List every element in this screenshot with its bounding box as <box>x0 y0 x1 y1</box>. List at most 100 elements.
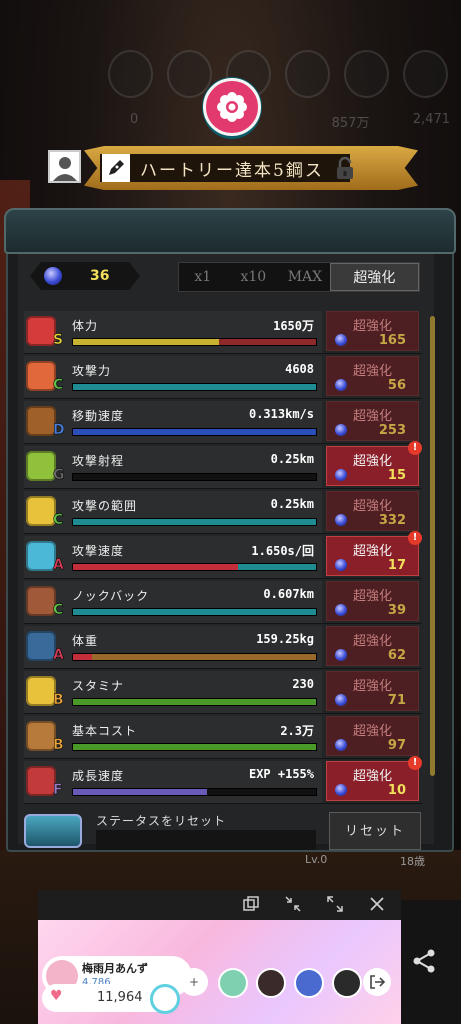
super-upgrade-button[interactable]: 超強化 15! <box>326 441 422 486</box>
super-upgrade-button[interactable]: 超強化 56 <box>326 356 419 396</box>
stat-progress-fill <box>73 429 316 435</box>
stat-name: 攻撃速度 <box>72 544 125 558</box>
gem-icon <box>335 739 347 751</box>
hud-stat-c: 2,471 <box>412 112 450 127</box>
upgrade-cost: 62 <box>387 648 406 663</box>
exit-icon <box>370 975 386 989</box>
stat-row-background <box>24 356 322 398</box>
upgrade-cost: 15 <box>387 468 406 483</box>
overlay-toolbar <box>38 890 401 920</box>
viewer-avatar[interactable] <box>332 968 362 998</box>
hud-icons <box>108 50 448 110</box>
speed-blade-icon <box>26 541 56 571</box>
super-upgrade-button[interactable]: 超強化 10! <box>326 756 422 801</box>
viewer-avatar[interactable] <box>218 968 248 998</box>
super-upgrade-button[interactable]: 超強化 332 <box>326 491 419 531</box>
stat-value: 1.650s/回 <box>251 544 314 558</box>
stat-value: 1650万 <box>273 319 314 333</box>
stat-value: 0.607km <box>263 587 314 601</box>
super-upgrade-button[interactable]: 超強化 253 <box>326 401 419 441</box>
follow-button[interactable]: + <box>180 968 208 996</box>
stat-progress-bar <box>72 608 317 616</box>
scrollbar[interactable] <box>430 316 435 776</box>
stat-progress-bar <box>72 338 317 346</box>
stat-name: 体重 <box>72 634 99 648</box>
tab-max[interactable]: MAX <box>280 269 330 285</box>
super-upgrade-button[interactable]: 超強化 62 <box>326 626 419 666</box>
gem-icon <box>44 267 62 285</box>
stat-progress-fill <box>73 384 316 390</box>
stat-grade: G <box>53 467 65 484</box>
stream-overlay: 梅雨月あんず 4,786 + ♥ 11,964 <box>38 890 401 1024</box>
pen-icon <box>109 160 124 175</box>
gem-count: 36 <box>90 268 110 284</box>
super-upgrade-button[interactable]: 超強化 71 <box>326 671 419 711</box>
stat-grade: C <box>53 377 64 394</box>
stat-value: 2.3万 <box>280 724 314 738</box>
tab-x1[interactable]: x1 <box>179 269 227 285</box>
person-icon <box>52 157 77 181</box>
hud-circle <box>285 50 330 98</box>
reset-button[interactable]: リセット <box>329 812 421 850</box>
hud-circle <box>403 50 448 98</box>
stat-row-background <box>24 671 322 713</box>
level-text: Lv.0 <box>305 853 328 866</box>
stat-row: B 基本コスト 2.3万 超強化 97 <box>24 714 422 759</box>
super-upgrade-button[interactable]: 超強化 39 <box>326 581 419 621</box>
share-icon <box>413 949 435 973</box>
tab-x10[interactable]: x10 <box>227 269 281 285</box>
super-upgrade-button[interactable]: 超強化 97 <box>326 716 419 756</box>
streamer-name: 梅雨月あんず <box>82 962 148 975</box>
viewer-avatar[interactable] <box>256 968 286 998</box>
stat-grade: B <box>53 737 64 754</box>
close-overlay-button[interactable] <box>368 896 386 914</box>
expand-button[interactable] <box>326 896 344 914</box>
upgrade-label: 超強化 <box>352 724 392 739</box>
tab-super-upgrade[interactable]: 超強化 <box>329 263 419 291</box>
edit-name-button[interactable] <box>102 154 130 182</box>
stat-grade: C <box>53 602 64 619</box>
upgrade-label: 超強化 <box>352 319 392 334</box>
viewer-avatar[interactable] <box>294 968 324 998</box>
stat-grade: A <box>53 557 64 574</box>
super-upgrade-button[interactable]: 超強化 165 <box>326 311 419 351</box>
upgrade-label: 超強化 <box>352 409 392 424</box>
upgrade-cost: 97 <box>387 738 406 753</box>
stat-progress-bar <box>72 428 317 436</box>
upgrade-cost: 10 <box>387 783 406 798</box>
copy-window-button[interactable] <box>242 896 260 914</box>
gem-icon <box>335 334 347 346</box>
stat-grade: F <box>53 782 63 799</box>
stat-value: 0.25km <box>270 497 314 511</box>
stat-progress-bar <box>72 788 317 796</box>
hearts-count: 11,964 <box>97 990 143 1005</box>
hud-circle <box>108 50 153 98</box>
reset-track <box>96 830 316 850</box>
upgrade-cost: 165 <box>378 333 406 348</box>
coin-bag-icon <box>26 721 56 751</box>
profile-avatar[interactable] <box>48 150 81 183</box>
stat-progress-fill <box>73 699 316 705</box>
upgrade-label: 超強化 <box>352 364 392 379</box>
growth-chart-icon <box>26 766 56 796</box>
gear-badge[interactable] <box>203 78 261 136</box>
title-bar: ハートリー達本5鋼ス <box>48 146 418 190</box>
stat-grade: B <box>53 692 64 709</box>
lock-icon[interactable] <box>334 156 356 180</box>
gem-balance: 36 <box>30 262 140 290</box>
stat-progress-bar <box>72 653 317 661</box>
super-upgrade-button[interactable]: 超強化 17! <box>326 531 422 576</box>
share-button[interactable] <box>406 948 442 984</box>
stat-value: 0.313km/s <box>248 407 314 421</box>
stat-progress-bar <box>72 563 317 571</box>
stat-row: A 攻撃速度 1.650s/回 超強化 17! <box>24 531 422 579</box>
stat-progress-bar <box>72 743 317 751</box>
stat-name: スタミナ <box>72 679 125 693</box>
exit-stream-button[interactable] <box>363 968 391 996</box>
alert-badge-icon: ! <box>408 531 422 545</box>
stat-row: S 体力 1650万 超強化 165 <box>24 309 422 354</box>
stat-progress-rest <box>238 564 316 570</box>
shrink-button[interactable] <box>284 896 302 914</box>
stat-grade: S <box>53 332 64 349</box>
sword-icon <box>26 361 56 391</box>
